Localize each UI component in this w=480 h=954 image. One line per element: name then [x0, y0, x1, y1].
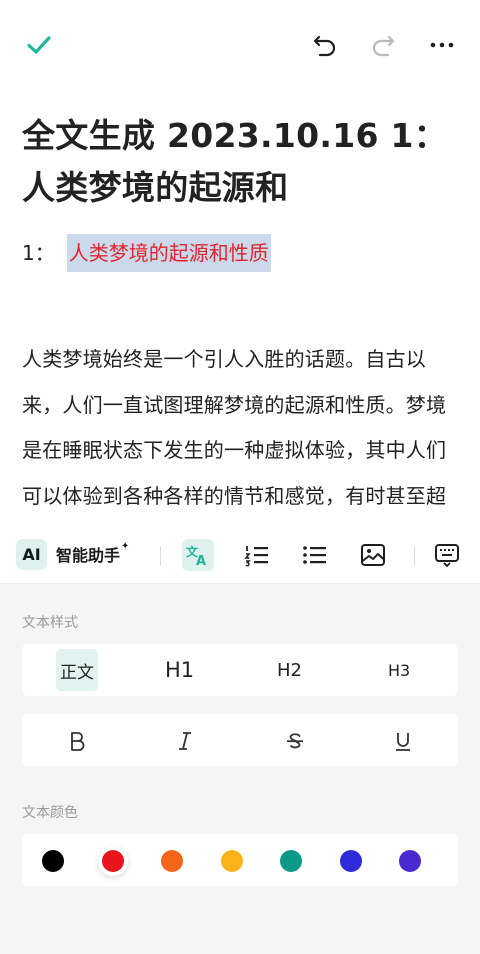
top-bar	[0, 0, 480, 92]
toolbar-divider	[160, 546, 161, 566]
ordered-list-icon[interactable]	[242, 540, 272, 570]
style-body-button[interactable]: 正文	[56, 649, 98, 691]
color-swatch[interactable]	[161, 850, 183, 872]
ai-assistant-button[interactable]: AI 智能助手 ✦	[16, 538, 129, 570]
heading-style-selector: 正文 H1 H2 H3	[22, 644, 458, 696]
toolbar-divider	[414, 546, 415, 566]
text-color-label: 文本颜色	[22, 805, 78, 821]
svg-text:A: A	[196, 554, 206, 567]
color-swatch[interactable]	[42, 850, 64, 872]
translate-icon[interactable]: 文 A	[182, 539, 214, 571]
color-swatch[interactable]	[399, 850, 421, 872]
document-body[interactable]: 人类梦境始终是一个引人入胜的话题。自古以来，人们一直试图理解梦境的起源和性质。梦…	[22, 337, 462, 527]
more-icon[interactable]	[424, 28, 460, 62]
redo-icon[interactable]	[366, 28, 400, 62]
italic-icon[interactable]	[170, 727, 200, 755]
document-heading[interactable]: 1： 人类梦境的起源和性质	[22, 234, 271, 272]
bullet-list-icon[interactable]	[300, 540, 330, 570]
undo-icon[interactable]	[308, 28, 342, 62]
sparkle-icon: ✦	[121, 540, 130, 552]
color-swatch[interactable]	[339, 850, 362, 872]
editor-toolbar: AI 智能助手 ✦ 文 A	[0, 526, 480, 584]
style-h2-button[interactable]: H2	[277, 644, 302, 696]
format-panel: AI 智能助手 ✦ 文 A 文本样式 正文 H1 H2 H3 文本颜色	[0, 526, 480, 954]
image-icon[interactable]	[358, 540, 388, 570]
style-h3-button[interactable]: H3	[388, 644, 410, 696]
bold-icon[interactable]	[62, 727, 92, 755]
ai-assistant-label: 智能助手	[56, 546, 121, 565]
heading-number: 1：	[22, 241, 55, 265]
style-h1-button[interactable]: H1	[165, 644, 194, 696]
strikethrough-icon[interactable]	[280, 727, 310, 755]
color-swatch[interactable]	[220, 850, 243, 872]
underline-icon[interactable]	[388, 727, 418, 755]
ai-icon: AI	[16, 538, 47, 570]
color-picker	[22, 834, 458, 886]
text-format-selector	[22, 714, 458, 766]
color-swatch[interactable]	[280, 850, 302, 872]
heading-selected-text[interactable]: 人类梦境的起源和性质	[66, 234, 271, 272]
keyboard-icon[interactable]	[432, 540, 462, 570]
document-title[interactable]: 全文生成 2023.10.16 1：人类梦境的起源和	[22, 110, 462, 214]
color-swatch[interactable]	[101, 850, 124, 872]
check-icon[interactable]	[22, 28, 56, 62]
text-style-label: 文本样式	[22, 615, 78, 631]
